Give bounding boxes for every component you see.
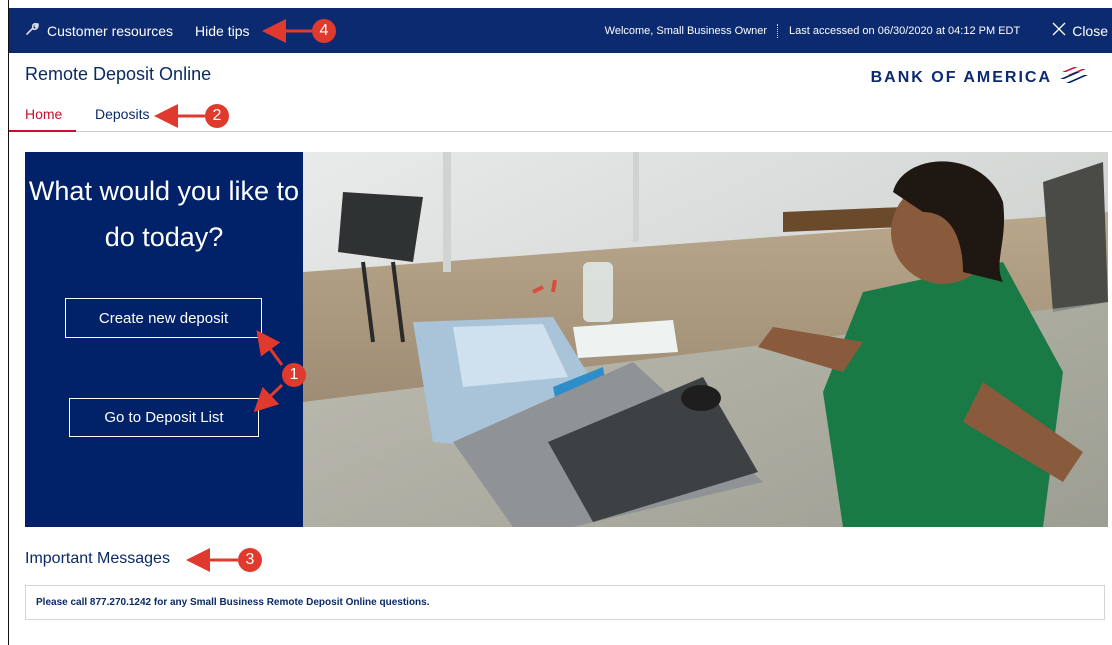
hide-tips-link[interactable]: Hide tips <box>195 23 249 39</box>
hero-question: What would you like to do today? <box>28 176 300 252</box>
top-bar: Customer resources Hide tips Welcome, Sm… <box>9 8 1112 53</box>
logo-text: BANK OF AMERICA <box>870 68 1052 86</box>
hero-panel: What would you like to do today? Create … <box>25 152 303 527</box>
divider <box>777 23 779 38</box>
message-box: Please call 877.270.1242 for any Small B… <box>25 585 1105 620</box>
app-title: Remote Deposit Online <box>25 64 212 84</box>
left-border <box>8 0 9 645</box>
hero-photo <box>303 152 1108 527</box>
office-photo-illustration <box>303 152 1108 527</box>
flag-stripes-icon <box>1058 66 1092 89</box>
important-messages-heading: Important Messages <box>25 550 170 567</box>
session-info: Welcome, Small Business Owner Last acces… <box>605 22 1112 39</box>
callout-4: 4 <box>312 19 336 43</box>
close-label: Close <box>1072 22 1108 39</box>
message-text: Please call 877.270.1242 for any Small B… <box>36 597 430 608</box>
callout-2: 2 <box>205 104 229 128</box>
close-button[interactable]: Close <box>1052 22 1108 39</box>
tab-bar: Home Deposits <box>8 98 1112 132</box>
close-icon <box>1052 22 1066 39</box>
wrench-icon <box>25 22 39 39</box>
create-deposit-button[interactable]: Create new deposit <box>65 298 262 338</box>
hero-banner: What would you like to do today? Create … <box>25 152 1108 527</box>
bank-logo: BANK OF AMERICA <box>871 66 1092 89</box>
tab-home[interactable]: Home <box>8 106 77 132</box>
last-accessed-text: Last accessed on 06/30/2020 at 04:12 PM … <box>789 24 1021 37</box>
customer-resources-label: Customer resources <box>47 22 174 39</box>
customer-resources-link[interactable]: Customer resources <box>25 22 173 39</box>
tab-deposits[interactable]: Deposits <box>95 106 149 122</box>
callout-1: 1 <box>282 363 306 387</box>
callout-3: 3 <box>238 548 262 572</box>
welcome-text: Welcome, Small Business Owner <box>604 24 768 37</box>
deposit-list-button[interactable]: Go to Deposit List <box>69 398 259 437</box>
